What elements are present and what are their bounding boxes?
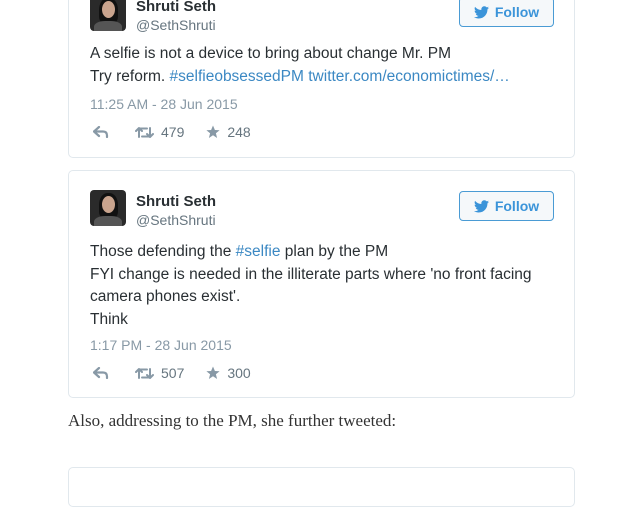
retweet-count: 479: [161, 124, 185, 140]
like-star-icon: [206, 366, 220, 379]
tweet-text-line: Those defending the #selfie plan by the …: [90, 241, 560, 264]
like-count: 248: [227, 124, 251, 140]
follow-label: Follow: [494, 4, 540, 20]
like-button[interactable]: 300: [206, 365, 251, 381]
tweet-text-segment: Think: [90, 310, 128, 328]
retweet-icon: [135, 367, 154, 379]
tweet-text-segment: plan by the PM: [280, 243, 389, 260]
tweet-text-segment: FYI change is needed in the illiterate p…: [90, 265, 532, 283]
tweet-card: [68, 467, 575, 507]
reply-icon: [93, 367, 109, 379]
tweet-text-segment: Try reform.: [90, 67, 170, 85]
follow-button[interactable]: Follow: [459, 0, 554, 27]
tweet-text-segment: Those defending the: [90, 243, 236, 260]
retweet-icon: [135, 126, 154, 138]
tweet-card: Shruti Seth @SethShruti Follow Those def…: [68, 170, 575, 398]
author-name[interactable]: Shruti Seth: [136, 0, 216, 15]
follow-button[interactable]: Follow: [459, 191, 554, 221]
tweet-timestamp[interactable]: 1:17 PM - 28 Jun 2015: [90, 337, 232, 353]
tweet-url-link[interactable]: twitter.com/economictimes/…: [308, 68, 510, 85]
tweet-text: A selfie is not a device to bring about …: [90, 43, 560, 88]
retweet-button[interactable]: 479: [135, 124, 184, 140]
tweet-text-segment: A selfie is not a device to bring about …: [90, 45, 452, 62]
retweet-count: 507: [161, 365, 185, 381]
twitter-bird-icon: [473, 5, 489, 18]
tweet-text: Those defending the #selfie plan by the …: [90, 241, 560, 331]
tweet-timestamp[interactable]: 11:25 AM - 28 Jun 2015: [90, 96, 238, 112]
twitter-bird-icon: [473, 199, 489, 212]
article-paragraph: Also, addressing to the PM, she further …: [68, 411, 397, 430]
tweet-text-line: FYI change is needed in the illiterate p…: [90, 264, 560, 287]
tweet-text-line: Try reform. #selfieobsessedPM twitter.co…: [90, 66, 560, 89]
tweet-text-segment: camera phones exist'.: [90, 288, 241, 305]
reply-icon: [93, 126, 109, 138]
tweet-card: Shruti Seth @SethShruti Follow A selfie …: [68, 0, 575, 158]
tweet-actions: 479 248: [93, 124, 251, 140]
like-button[interactable]: 248: [206, 124, 251, 140]
tweet-text-line: A selfie is not a device to bring about …: [90, 43, 560, 66]
tweet-text-line: camera phones exist'.: [90, 286, 560, 309]
tweet-actions: 507 300: [93, 365, 251, 381]
hashtag-link[interactable]: #selfie: [236, 243, 281, 260]
author-name[interactable]: Shruti Seth: [136, 193, 216, 210]
hashtag-link[interactable]: #selfieobsessedPM: [170, 68, 304, 85]
reply-button[interactable]: [93, 367, 109, 379]
author-handle[interactable]: @SethShruti: [136, 17, 216, 33]
retweet-button[interactable]: 507: [135, 365, 184, 381]
reply-button[interactable]: [93, 126, 109, 138]
avatar[interactable]: [90, 190, 126, 226]
like-star-icon: [206, 125, 220, 138]
follow-label: Follow: [494, 198, 540, 214]
avatar[interactable]: [90, 0, 126, 31]
tweet-text-line: Think: [90, 309, 560, 332]
author-handle[interactable]: @SethShruti: [136, 212, 216, 228]
like-count: 300: [227, 365, 251, 381]
